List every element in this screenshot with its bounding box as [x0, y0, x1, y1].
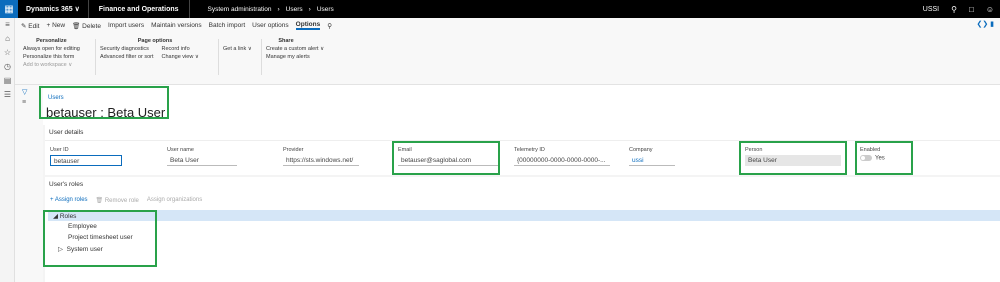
chevron-down-icon: ∨ [247, 46, 252, 52]
chevron-right-icon: › [308, 5, 311, 13]
get-a-link-button[interactable]: Get a link ∨ [223, 45, 252, 53]
breadcrumb-item[interactable]: Users [286, 6, 303, 13]
section-title: User details [45, 125, 1000, 141]
add-to-workspace-button[interactable]: Add to workspace ∨ [23, 61, 80, 69]
company-field: Company ussi [629, 147, 675, 166]
record-info-button[interactable]: Record info [162, 45, 199, 53]
favorites-star-icon[interactable]: ☆ [0, 48, 15, 60]
chevron-down-icon: ∨ [320, 46, 325, 52]
advanced-filter-button[interactable]: Advanced filter or sort [100, 53, 154, 61]
modules-list-icon[interactable]: ☰ [0, 90, 15, 102]
search-icon[interactable]: ⚲ [327, 22, 332, 30]
highlight-box [392, 141, 500, 175]
personalize-group: Personalize Always open for editing Pers… [23, 38, 80, 69]
divider [95, 39, 96, 75]
smiley-icon[interactable]: ☺ [986, 5, 994, 14]
app-launcher-icon[interactable]: ▦ [0, 0, 18, 18]
action-pane: ✎ Edit + New 🗑 Delete Import users Maint… [15, 18, 1000, 33]
section-title: User's roles [49, 181, 84, 188]
tree-node-project-timesheet-user[interactable]: Project timesheet user [48, 232, 1000, 243]
change-view-button[interactable]: Change view ∨ [162, 53, 199, 61]
attachments-icon[interactable]: ❮❯ ▮ [976, 20, 994, 28]
telemetry-id-field: Telemetry ID {00000000-0000-0000-0000-..… [514, 147, 610, 166]
trash-icon: 🗑 [95, 198, 104, 204]
user-roles-panel: User's roles + Assign roles 🗑 Remove rol… [45, 177, 1000, 282]
roles-toolbar: + Assign roles 🗑 Remove role Assign orga… [50, 197, 202, 204]
telemetry-id-input[interactable]: {00000000-0000-0000-0000-... [514, 155, 610, 166]
user-options-button[interactable]: User options [252, 22, 289, 29]
plus-icon: + [50, 197, 54, 203]
batch-import-button[interactable]: Batch import [209, 22, 246, 29]
highlight-box [855, 141, 913, 175]
divider [261, 39, 262, 75]
options-ribbon: Personalize Always open for editing Pers… [15, 33, 1000, 85]
app-name[interactable]: Dynamics 365 ∨ [18, 0, 89, 18]
share-group: Share Create a custom alert ∨ Manage my … [266, 38, 325, 61]
plus-icon: + [46, 22, 51, 29]
hamburger-menu-icon[interactable]: ≡ [0, 20, 15, 32]
create-custom-alert-button[interactable]: Create a custom alert ∨ [266, 45, 324, 53]
manage-alerts-button[interactable]: Manage my alerts [266, 53, 324, 61]
workspaces-icon[interactable]: ▤ [0, 76, 15, 88]
tree-node-system-user[interactable]: ▷ System user [48, 243, 1000, 254]
pencil-icon: ✎ [21, 22, 27, 30]
highlight-box [739, 141, 847, 175]
tree-node-roles[interactable]: ◢ Roles [48, 210, 1000, 221]
highlight-box [39, 86, 169, 119]
provider-input[interactable]: https://sts.windows.net/ [283, 155, 359, 166]
page-header: Users betauser : Beta User [43, 85, 1000, 125]
top-right-tools: USSI ⚲ □ ☺ [923, 0, 994, 18]
security-diagnostics-button[interactable]: Security diagnostics [100, 45, 154, 53]
company-input[interactable]: ussi [629, 155, 675, 166]
user-id-input[interactable]: betauser [50, 155, 122, 166]
chevron-down-icon: ∨ [74, 6, 80, 13]
edit-button[interactable]: ✎ Edit [21, 22, 39, 30]
tab-options[interactable]: Options [295, 21, 321, 30]
tree-node-employee[interactable]: Employee [48, 221, 1000, 232]
top-navigation-bar: ▦ Dynamics 365 ∨ Finance and Operations … [0, 0, 1000, 18]
breadcrumb-item[interactable]: System administration [208, 6, 272, 13]
module-name[interactable]: Finance and Operations [89, 0, 190, 18]
user-id-field: User ID betauser [50, 147, 122, 166]
maintain-versions-button[interactable]: Maintain versions [151, 22, 202, 29]
page-options-group: Page options Security diagnostics Advanc… [100, 38, 199, 61]
user-name-field: User name Beta User [167, 147, 237, 166]
breadcrumb-item[interactable]: Users [317, 6, 334, 13]
assign-roles-button[interactable]: + Assign roles [50, 197, 88, 204]
remove-role-button[interactable]: 🗑 Remove role [96, 197, 139, 204]
user-name-input[interactable]: Beta User [167, 155, 237, 166]
import-users-button[interactable]: Import users [108, 22, 144, 29]
recent-clock-icon[interactable]: ◷ [0, 62, 15, 74]
highlight-box [43, 210, 157, 267]
delete-button[interactable]: 🗑 Delete [72, 22, 101, 30]
home-icon[interactable]: ⌂ [0, 34, 15, 46]
chevron-down-icon: ∨ [68, 62, 73, 68]
chevron-down-icon: ∨ [194, 54, 199, 60]
company-selector[interactable]: USSI [923, 6, 939, 13]
search-icon[interactable]: ⚲ [951, 5, 957, 14]
personalize-form-button[interactable]: Personalize this form [23, 53, 80, 61]
trash-icon: 🗑 [72, 22, 81, 30]
divider [218, 39, 219, 75]
always-open-for-editing-button[interactable]: Always open for editing [23, 45, 80, 53]
navigation-rail: ≡ ⌂ ☆ ◷ ▤ ☰ [0, 18, 15, 282]
chat-icon[interactable]: □ [969, 5, 974, 14]
new-button[interactable]: + New [46, 22, 65, 29]
chevron-right-icon: › [277, 5, 280, 13]
breadcrumb: System administration › Users › Users [190, 6, 334, 13]
provider-field: Provider https://sts.windows.net/ [283, 147, 359, 166]
assign-organizations-button[interactable]: Assign organizations [147, 197, 202, 204]
